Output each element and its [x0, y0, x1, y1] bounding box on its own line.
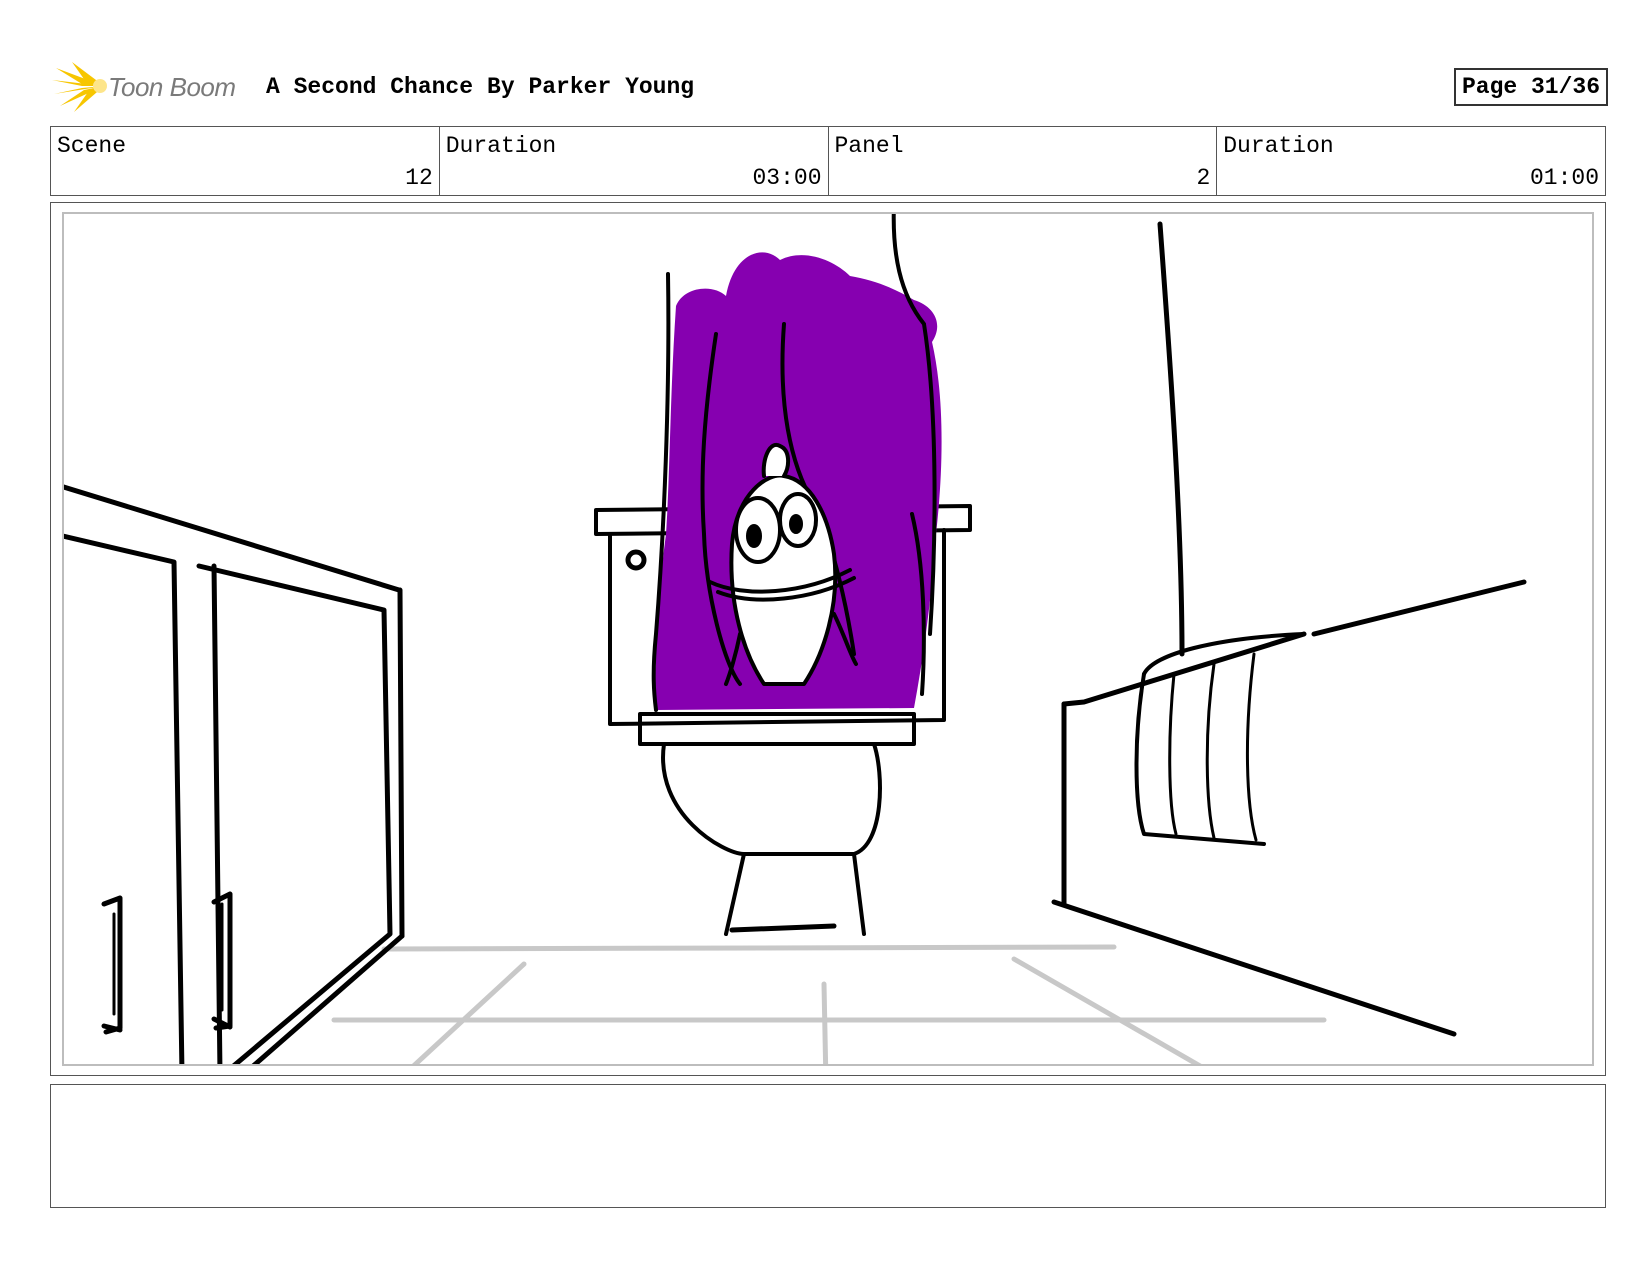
scene-duration-label: Duration: [445, 133, 557, 159]
logo-text: Toon Boom: [108, 72, 236, 102]
scene-cell: Scene 12: [51, 127, 440, 195]
project-author: By Parker Young: [487, 74, 695, 100]
panel-cell: Panel 2: [829, 127, 1218, 195]
scene-label: Scene: [57, 133, 127, 159]
panel-duration-cell: Duration 01:00: [1217, 127, 1605, 195]
page-header: Toon Boom A Second Chance By Parker Young…: [52, 58, 1608, 118]
scene-duration-value: 03:00: [752, 165, 822, 191]
panel-notes-box: [50, 1084, 1606, 1208]
project-title: A Second Chance: [266, 74, 474, 100]
panel-duration-value: 01:00: [1529, 165, 1599, 191]
scene-info-table: Scene 12 Duration 03:00 Panel 2 Duration…: [50, 126, 1606, 196]
cabinet-drawing: [64, 484, 405, 1064]
storyboard-title: A Second Chance By Parker Young: [266, 74, 694, 100]
panel-value: 2: [1196, 165, 1211, 191]
bathroom-sketch: [64, 214, 1527, 1064]
toon-boom-logo: Toon Boom: [52, 60, 252, 114]
floor-tiles: [331, 944, 1327, 1064]
storyboard-panel-image: [62, 212, 1594, 1066]
starburst-icon: [52, 62, 107, 112]
panel-label: Panel: [834, 133, 904, 159]
scene-value: 12: [405, 165, 433, 191]
storyboard-panel-frame: [50, 202, 1606, 1076]
bathtub-drawing: [1051, 221, 1527, 1037]
panel-duration-label: Duration: [1223, 133, 1334, 159]
page-indicator: Page 31/36: [1453, 68, 1608, 106]
scene-duration-cell: Duration 03:00: [440, 127, 829, 195]
